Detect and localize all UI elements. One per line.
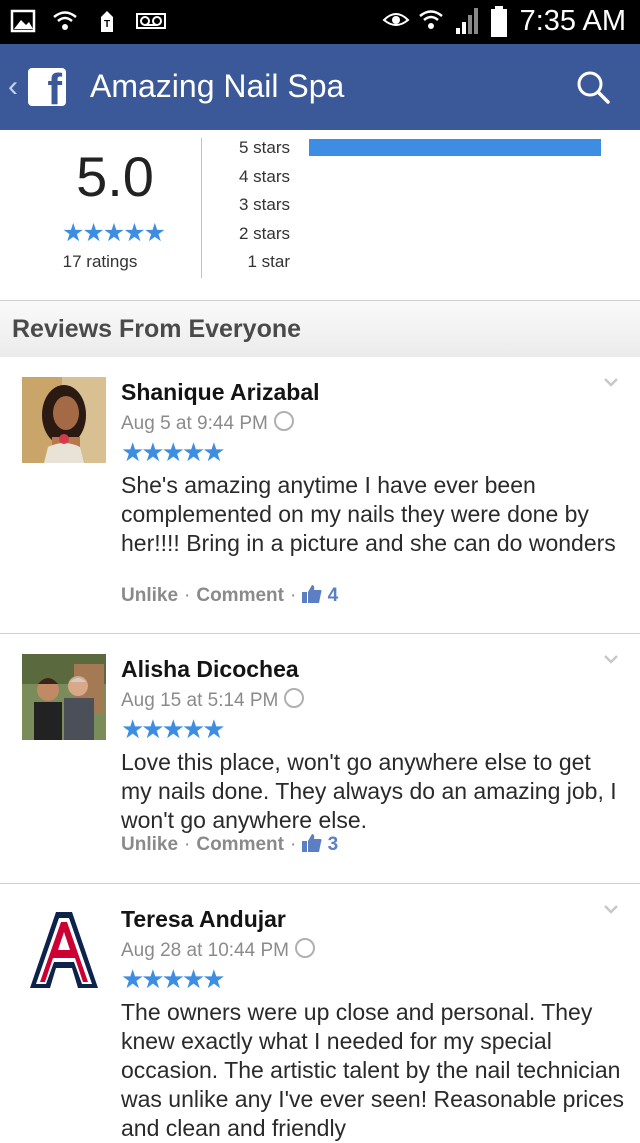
wifi-icon: [418, 6, 444, 32]
unlike-link[interactable]: Unlike: [121, 585, 178, 606]
t-mobile-icon: T: [94, 8, 120, 34]
review-actions: Unlike · Comment · 4: [121, 585, 338, 607]
globe-icon: [284, 688, 305, 708]
chevron-down-icon[interactable]: [604, 652, 618, 666]
status-bar: T 7:35 AM: [0, 0, 640, 44]
globe-icon: [294, 938, 315, 958]
bar-label: 5 stars: [238, 138, 290, 157]
reviewer-name[interactable]: Teresa Andujar: [121, 906, 286, 933]
back-icon[interactable]: ‹: [8, 70, 18, 104]
reviewer-name[interactable]: Alisha Dicochea: [121, 656, 299, 683]
thumbs-up-icon: [302, 834, 322, 852]
separator: ·: [289, 834, 297, 855]
average-rating: 5.0: [76, 145, 154, 208]
divider: [201, 138, 202, 278]
section-title: Reviews From Everyone: [12, 315, 302, 343]
app-header: ‹ f Amazing Nail Spa: [0, 44, 640, 130]
comment-link[interactable]: Comment: [196, 585, 284, 606]
wifi-icon: [52, 8, 78, 34]
signal-icon: [454, 6, 480, 34]
bar-label: 1 star: [247, 252, 290, 271]
facebook-logo-icon[interactable]: f: [28, 68, 66, 112]
bar-label: 2 stars: [238, 223, 290, 243]
separator: ·: [184, 585, 191, 606]
search-icon[interactable]: [576, 70, 610, 104]
unlike-link[interactable]: Unlike: [121, 834, 178, 855]
reviewer-name[interactable]: Shanique Arizabal: [121, 379, 320, 406]
review-card: Shanique Arizabal Aug 5 at 9:44 PM ★★★★★…: [0, 357, 640, 634]
comment-link[interactable]: Comment: [196, 834, 284, 855]
average-stars: ★★★★★: [61, 219, 166, 247]
svg-text:T: T: [104, 19, 110, 30]
avatar[interactable]: [22, 377, 106, 463]
image-icon: [10, 8, 36, 34]
review-card: Alisha Dicochea Aug 15 at 5:14 PM ★★★★★ …: [0, 634, 640, 884]
review-stars: ★★★★★: [121, 714, 226, 744]
clock: 7:35 AM: [519, 5, 626, 37]
thumbs-up-icon: [302, 585, 322, 603]
review-text: The owners were up close and personal. T…: [121, 999, 625, 1141]
page-title: Amazing Nail Spa: [90, 68, 345, 104]
bar-label: 4 stars: [238, 166, 290, 186]
battery-icon: [490, 6, 508, 37]
like-count[interactable]: 3: [302, 834, 338, 855]
like-count[interactable]: 4: [302, 585, 338, 606]
review-text: She's amazing anytime I have ever been c…: [121, 472, 616, 556]
avatar[interactable]: [22, 904, 106, 990]
ratings-count: 17 ratings: [62, 252, 138, 271]
review-date[interactable]: Aug 15 at 5:14 PM: [121, 688, 305, 712]
review-stars: ★★★★★: [121, 437, 226, 467]
separator: ·: [184, 834, 191, 855]
chevron-down-icon[interactable]: [604, 902, 618, 916]
review-stars: ★★★★★: [121, 964, 226, 994]
avatar[interactable]: [22, 654, 106, 740]
bar-label: 3 stars: [238, 195, 290, 214]
chevron-down-icon[interactable]: [604, 375, 618, 389]
rating-summary: 5.0 ★★★★★ 17 ratings 5 stars 4 stars 3 s…: [0, 130, 640, 300]
review-card: Teresa Andujar Aug 28 at 10:44 PM ★★★★★ …: [0, 884, 640, 1141]
review-date[interactable]: Aug 5 at 9:44 PM: [121, 411, 294, 435]
separator: ·: [289, 585, 297, 606]
review-date[interactable]: Aug 28 at 10:44 PM: [121, 938, 315, 962]
bar-fill: [309, 139, 601, 156]
voicemail-icon: [136, 8, 166, 34]
section-header: Reviews From Everyone: [0, 300, 640, 358]
eye-icon: [382, 6, 410, 32]
globe-icon: [273, 411, 294, 431]
review-actions: Unlike · Comment · 3: [121, 834, 338, 856]
review-text: Love this place, won't go anywhere else …: [121, 749, 617, 833]
